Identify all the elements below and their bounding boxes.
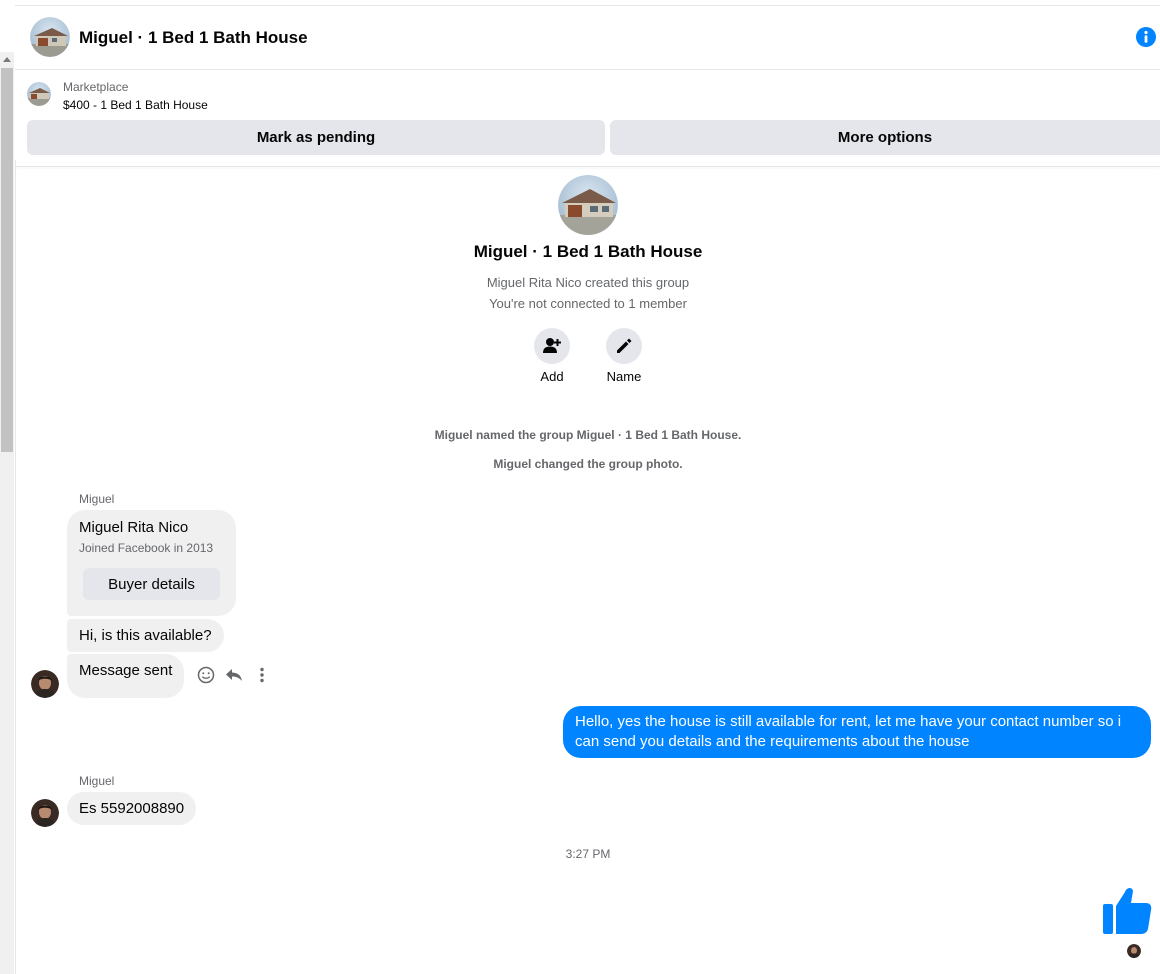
seen-indicator-avatar: [1127, 944, 1141, 958]
add-person-icon: [543, 338, 561, 353]
message-timestamp: 3:27 PM: [565, 847, 611, 861]
group-photo[interactable]: [558, 175, 618, 235]
listing-title[interactable]: $400 - 1 Bed 1 Bath House: [63, 98, 208, 112]
react-emoji-icon[interactable]: [196, 665, 216, 685]
group-connection-status: You're not connected to 1 member: [489, 296, 687, 311]
message-bubble-outgoing[interactable]: Hello, yes the house is still available …: [563, 706, 1151, 758]
add-member-button[interactable]: [534, 328, 570, 364]
message-bubble-incoming[interactable]: Hi, is this available?: [67, 619, 224, 652]
info-icon[interactable]: [1135, 26, 1157, 48]
more-vertical-icon[interactable]: [252, 665, 272, 685]
buyer-joined-date: Joined Facebook in 2013: [79, 541, 214, 555]
system-message: Miguel named the group Miguel · 1 Bed 1 …: [434, 428, 742, 442]
message-bubble-incoming[interactable]: Es 5592008890: [67, 792, 197, 825]
chat-title: Miguel · 1 Bed 1 Bath House: [79, 28, 308, 47]
sender-name: Miguel: [79, 774, 115, 788]
more-options-button[interactable]: More options: [610, 120, 1160, 155]
scroll-up-arrow-icon[interactable]: [3, 57, 11, 62]
listing-thumbnail[interactable]: [27, 82, 51, 106]
scrollbar[interactable]: [0, 52, 14, 974]
scrollbar-thumb[interactable]: [1, 68, 13, 452]
reply-icon[interactable]: [224, 665, 244, 685]
sender-avatar[interactable]: [31, 799, 59, 827]
buyer-profile-card: Miguel Rita Nico Joined Facebook in 2013…: [67, 510, 236, 616]
mark-as-pending-button[interactable]: Mark as pending: [27, 120, 605, 155]
system-message: Miguel changed the group photo.: [493, 457, 683, 471]
add-member-label: Add: [540, 369, 564, 384]
pencil-icon: [617, 338, 632, 353]
actions-divider: [15, 166, 1160, 167]
left-divider: [15, 160, 16, 974]
group-name: Miguel · 1 Bed 1 Bath House: [473, 242, 703, 261]
group-avatar-house-icon[interactable]: [30, 17, 70, 57]
listing-source: Marketplace: [63, 80, 129, 94]
thumbs-up-like-icon[interactable]: [1101, 884, 1153, 936]
rename-group-label: Name: [606, 369, 642, 384]
sender-name: Miguel: [79, 492, 115, 506]
message-bubble-incoming[interactable]: Message sent: [67, 654, 185, 698]
chat-header: Miguel · 1 Bed 1 Bath House: [15, 6, 1160, 70]
rename-group-button[interactable]: [606, 328, 642, 364]
buyer-details-button[interactable]: Buyer details: [83, 568, 220, 600]
sender-avatar[interactable]: [31, 670, 59, 698]
buyer-name: Miguel Rita Nico: [79, 519, 189, 536]
group-creator: Miguel Rita Nico created this group: [486, 275, 690, 290]
